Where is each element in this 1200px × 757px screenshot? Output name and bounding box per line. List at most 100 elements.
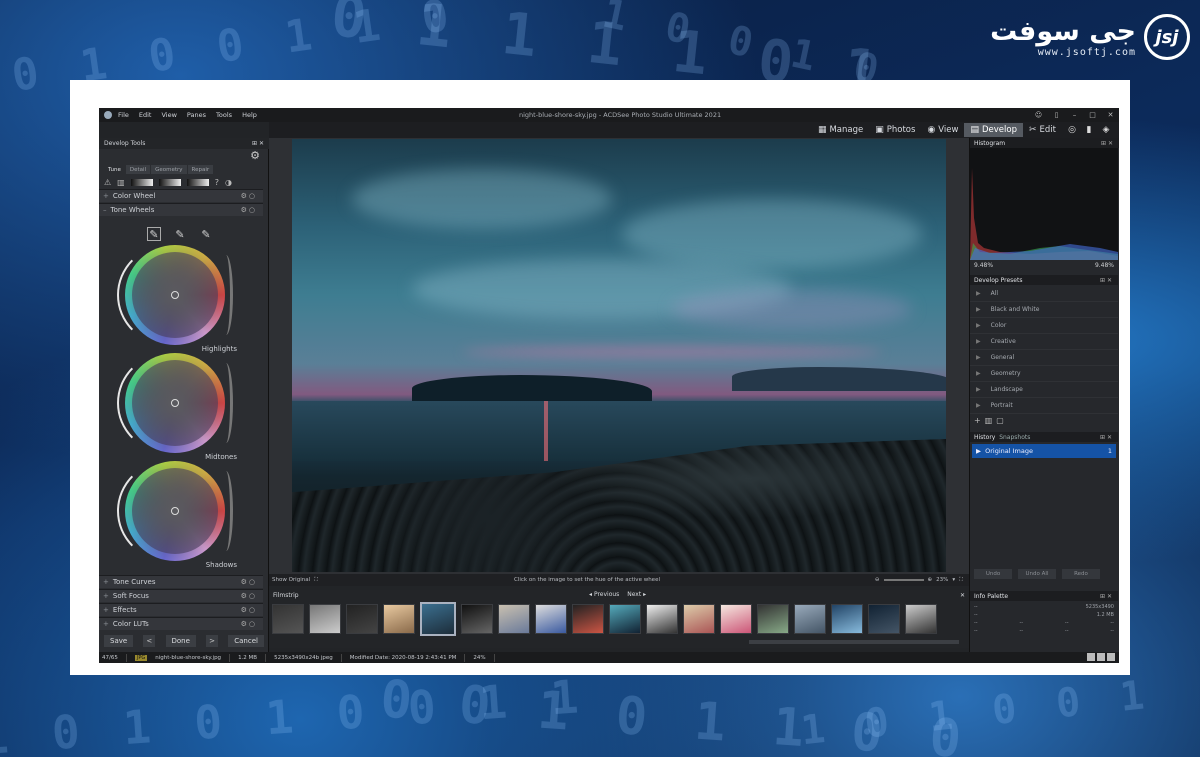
- check-icon[interactable]: [1107, 653, 1115, 661]
- expand-icon[interactable]: ▶: [976, 354, 981, 361]
- save-button[interactable]: Save: [104, 635, 134, 647]
- expand-icon[interactable]: ▶: [976, 338, 981, 345]
- history-item[interactable]: ▶ Original Image 1: [972, 444, 1116, 458]
- pin-close-icon[interactable]: ⊞ ✕: [252, 140, 264, 147]
- filmstrip-thumbnail[interactable]: [905, 604, 937, 634]
- gradient-swatch[interactable]: [130, 178, 153, 186]
- view-mode-icon[interactable]: [1097, 653, 1105, 661]
- mode-develop[interactable]: ▤ Develop: [964, 123, 1023, 137]
- eyedropper-icon[interactable]: ✎: [199, 227, 213, 241]
- filmstrip-thumbnail[interactable]: [383, 604, 415, 634]
- preset-folder-icon[interactable]: ▥: [985, 416, 997, 425]
- warning-icon[interactable]: ⚠: [104, 178, 111, 187]
- fullscreen-icon[interactable]: ⛶: [959, 577, 963, 584]
- preset-item[interactable]: ▶ Geometry: [970, 366, 1118, 382]
- preset-item[interactable]: ▶ All: [970, 286, 1118, 302]
- view-mode-icon[interactable]: [1087, 653, 1095, 661]
- menu-edit[interactable]: Edit: [139, 111, 152, 119]
- maximize-icon[interactable]: □: [1088, 110, 1097, 119]
- layout-icon[interactable]: ▯: [1052, 110, 1061, 119]
- zoom-slider[interactable]: [883, 579, 924, 581]
- preset-item[interactable]: ▶ Creative: [970, 334, 1118, 350]
- expand-icon[interactable]: ▶: [976, 370, 981, 377]
- tab-history[interactable]: History: [974, 434, 995, 441]
- expand-icon[interactable]: ▶: [976, 386, 981, 393]
- section-controls-icon[interactable]: ⚙○: [241, 206, 257, 214]
- preset-item[interactable]: ▶ Landscape: [970, 382, 1118, 398]
- settings-gear-icon[interactable]: ⚙: [250, 149, 260, 162]
- filmstrip-thumbnail[interactable]: [535, 604, 567, 634]
- tab-repair[interactable]: Repair: [187, 165, 214, 174]
- filmstrip-thumbnail[interactable]: [831, 604, 863, 634]
- help-icon[interactable]: ?: [215, 178, 219, 187]
- filmstrip-thumbnail[interactable]: [309, 604, 341, 634]
- done-button[interactable]: Done: [165, 635, 196, 647]
- next-button[interactable]: >: [206, 635, 219, 647]
- show-original-button[interactable]: Show Original: [272, 577, 310, 583]
- section-soft-focus[interactable]: + Soft Focus ⚙○: [99, 589, 263, 602]
- filmstrip-thumbnail[interactable]: [498, 604, 530, 634]
- eyedropper-icon[interactable]: ✎: [173, 227, 187, 241]
- wheel-handle[interactable]: [171, 507, 179, 515]
- section-controls-icon[interactable]: ⚙○: [241, 192, 257, 200]
- wheel-slider[interactable]: [219, 363, 233, 443]
- section-color-luts[interactable]: + Color LUTs ⚙○: [99, 617, 263, 630]
- dashboard-icon[interactable]: ▮: [1082, 124, 1096, 136]
- filmstrip-thumbnail[interactable]: [609, 604, 641, 634]
- section-controls-icon[interactable]: ⚙○: [241, 620, 257, 628]
- main-photo[interactable]: [292, 139, 946, 572]
- section-controls-icon[interactable]: ⚙○: [241, 578, 257, 586]
- menu-tools[interactable]: Tools: [216, 111, 232, 119]
- mode-edit[interactable]: ✂ Edit: [1023, 123, 1062, 137]
- expand-icon[interactable]: ▶: [976, 290, 981, 297]
- filmstrip-thumbnail[interactable]: [420, 602, 456, 636]
- section-tone-curves[interactable]: + Tone Curves ⚙○: [99, 575, 263, 588]
- preset-item[interactable]: ▶ Black and White: [970, 302, 1118, 318]
- mode-manage[interactable]: ▦ Manage: [812, 123, 869, 137]
- wheel-highlights[interactable]: Highlights: [113, 245, 243, 353]
- preset-item[interactable]: ▶ General: [970, 350, 1118, 366]
- mode-photos[interactable]: ▣ Photos: [869, 123, 921, 137]
- close-icon[interactable]: ✕: [1106, 110, 1115, 119]
- menu-view[interactable]: View: [161, 111, 176, 119]
- menu-file[interactable]: File: [118, 111, 129, 119]
- eyedropper-icon[interactable]: ✎: [147, 227, 161, 241]
- wheel-handle[interactable]: [171, 291, 179, 299]
- section-color-wheel[interactable]: + Color Wheel ⚙○: [99, 189, 263, 202]
- pin-close-icon[interactable]: ⊞✕: [1100, 593, 1114, 600]
- pin-close-icon[interactable]: ⊞✕: [1100, 277, 1114, 284]
- preset-lock-icon[interactable]: ▢: [996, 416, 1008, 425]
- filmstrip-thumbnail[interactable]: [868, 604, 900, 634]
- cancel-button[interactable]: Cancel: [228, 635, 264, 647]
- add-preset-icon[interactable]: +: [974, 416, 985, 425]
- tab-detail[interactable]: Detail: [125, 165, 151, 174]
- zoom-in-icon[interactable]: ⊕: [928, 577, 933, 583]
- expand-icon[interactable]: ▶: [976, 322, 981, 329]
- compare-icon[interactable]: ▥: [117, 178, 125, 187]
- mode-view[interactable]: ◉ View: [921, 123, 964, 137]
- filmstrip-thumbnail[interactable]: [720, 604, 752, 634]
- user-icon[interactable]: ☺: [1034, 110, 1043, 119]
- filmstrip-close-icon[interactable]: ✕: [960, 592, 965, 599]
- menu-help[interactable]: Help: [242, 111, 257, 119]
- gradient-swatch[interactable]: [186, 178, 209, 186]
- next-arrow-icon[interactable]: ▸: [643, 591, 646, 598]
- section-tone-wheels[interactable]: – Tone Wheels ⚙○: [99, 203, 263, 216]
- fit-icon[interactable]: ⛶: [314, 577, 318, 584]
- filmstrip-scrollbar[interactable]: [749, 640, 959, 644]
- expand-icon[interactable]: ▶: [976, 402, 981, 409]
- zoom-dropdown-icon[interactable]: ▾: [952, 577, 955, 583]
- tab-tune[interactable]: Tune: [104, 165, 125, 174]
- tab-snapshots[interactable]: Snapshots: [999, 434, 1030, 441]
- wheel-shadows[interactable]: Shadows: [113, 461, 243, 569]
- redo-button[interactable]: Redo: [1062, 569, 1100, 579]
- prev-arrow-icon[interactable]: ◂: [589, 591, 592, 598]
- filmstrip-thumbnail[interactable]: [757, 604, 789, 634]
- 365-icon[interactable]: ◎: [1065, 124, 1079, 136]
- prev-button[interactable]: <: [143, 635, 156, 647]
- next-link[interactable]: Next: [627, 591, 641, 598]
- previous-link[interactable]: Previous: [594, 591, 619, 598]
- section-controls-icon[interactable]: ⚙○: [241, 592, 257, 600]
- gradient-swatch[interactable]: [158, 178, 181, 186]
- filmstrip-thumbnail[interactable]: [794, 604, 826, 634]
